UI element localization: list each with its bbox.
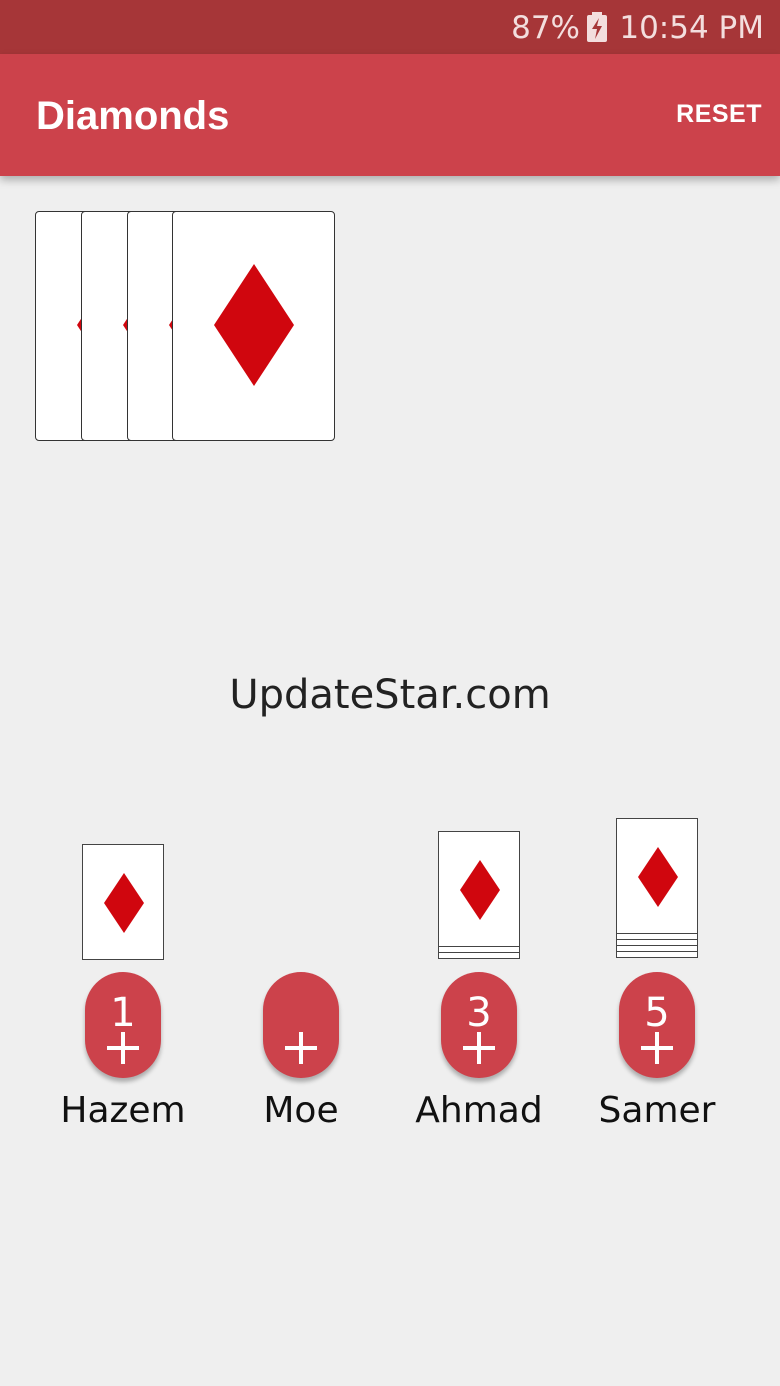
player-hazem: 1 Hazem bbox=[33, 824, 213, 1144]
player-ahmad: 3 Ahmad bbox=[389, 824, 569, 1144]
status-bar: 87% 10:54 PM bbox=[0, 0, 780, 54]
player-name: Hazem bbox=[60, 1090, 186, 1131]
player-moe: Moe bbox=[211, 824, 391, 1144]
plus-icon bbox=[463, 1032, 495, 1064]
add-point-button[interactable] bbox=[263, 972, 339, 1078]
app-bar: Diamonds RESET bbox=[0, 54, 780, 176]
stacked-card-edge bbox=[439, 952, 519, 958]
diamond-icon bbox=[638, 847, 678, 907]
player-name: Moe bbox=[263, 1090, 339, 1131]
battery-charging-icon bbox=[587, 12, 607, 42]
plus-icon bbox=[107, 1032, 139, 1064]
add-point-button[interactable]: 1 bbox=[85, 972, 161, 1078]
page-title: Diamonds bbox=[36, 94, 230, 138]
score-value: 1 bbox=[110, 990, 136, 1036]
card-face bbox=[439, 832, 519, 946]
player-samer: 5 Samer bbox=[567, 818, 747, 1144]
battery-level: 87% bbox=[511, 10, 580, 46]
top-card[interactable] bbox=[172, 211, 335, 441]
plus-icon bbox=[641, 1032, 673, 1064]
diamond-icon bbox=[460, 860, 500, 920]
score-value: 3 bbox=[466, 990, 492, 1036]
reset-button[interactable]: RESET bbox=[676, 100, 762, 129]
score-value: 5 bbox=[644, 990, 670, 1036]
diamond-icon bbox=[214, 264, 294, 386]
player-card-stack bbox=[82, 844, 164, 960]
card-face bbox=[617, 819, 697, 933]
add-point-button[interactable]: 3 bbox=[441, 972, 517, 1078]
clock: 10:54 PM bbox=[619, 10, 764, 46]
player-name: Ahmad bbox=[415, 1090, 543, 1131]
player-card-stack bbox=[616, 818, 698, 958]
diamond-icon bbox=[104, 873, 144, 933]
plus-icon bbox=[285, 1032, 317, 1064]
add-point-button[interactable]: 5 bbox=[619, 972, 695, 1078]
stacked-card-edge bbox=[617, 951, 697, 957]
player-card-stack bbox=[438, 831, 520, 959]
card-face bbox=[83, 845, 163, 959]
watermark: UpdateStar.com bbox=[229, 672, 551, 718]
player-name: Samer bbox=[598, 1090, 716, 1131]
